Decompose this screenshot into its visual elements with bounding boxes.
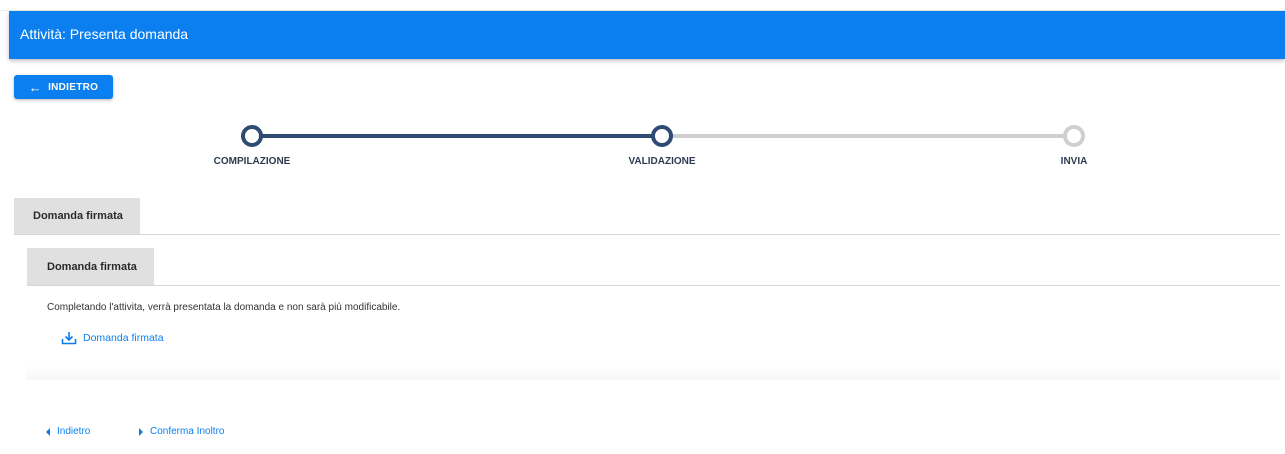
tab-domanda-firmata[interactable]: Domanda firmata <box>14 198 140 234</box>
step-circle-compilazione <box>241 125 263 147</box>
download-icon <box>61 332 77 345</box>
page: Attività: Presenta domanda ← INDIETRO CO… <box>0 0 1285 454</box>
step-circle-validazione <box>651 125 673 147</box>
step-label-invia: INVIA <box>1060 156 1088 167</box>
top-strip <box>0 0 1285 11</box>
caret-left-icon <box>46 427 50 436</box>
footer-back-link[interactable]: Indietro <box>46 426 90 437</box>
subtab-domanda-firmata[interactable]: Domanda firmata <box>27 248 154 285</box>
stepper-line-completed <box>252 134 662 138</box>
activity-header: Attività: Presenta domanda <box>9 11 1285 59</box>
step-label-compilazione: COMPILAZIONE <box>213 156 291 167</box>
completion-notice: Completando l'attivita, verrà presentata… <box>47 302 401 313</box>
stepper-line-pending <box>662 134 1074 138</box>
download-link-label: Domanda firmata <box>83 332 164 344</box>
tab-panel: Domanda firmata Completando l'attivita, … <box>14 235 1280 380</box>
subtab-divider <box>27 285 1280 286</box>
progress-stepper: COMPILAZIONE VALIDAZIONE INVIA <box>0 120 1285 180</box>
footer-navigation: Indietro Conferma Inoltro <box>0 426 1285 442</box>
download-link[interactable]: Domanda firmata <box>61 331 164 345</box>
tab-label: Domanda firmata <box>33 210 123 222</box>
arrow-left-icon: ← <box>28 79 43 95</box>
footer-back-label: Indietro <box>57 426 91 437</box>
back-button[interactable]: ← INDIETRO <box>14 75 113 99</box>
panel-bottom-edge <box>27 365 1280 380</box>
step-label-validazione: VALIDAZIONE <box>628 156 696 167</box>
confirm-submit-label: Conferma Inoltro <box>150 426 225 437</box>
confirm-submit-link[interactable]: Conferma Inoltro <box>139 426 224 437</box>
back-button-label: INDIETRO <box>48 81 99 93</box>
caret-right-icon <box>139 427 143 436</box>
step-circle-invia <box>1063 125 1085 147</box>
subtab-label: Domanda firmata <box>47 260 137 273</box>
page-title: Attività: Presenta domanda <box>20 26 189 42</box>
